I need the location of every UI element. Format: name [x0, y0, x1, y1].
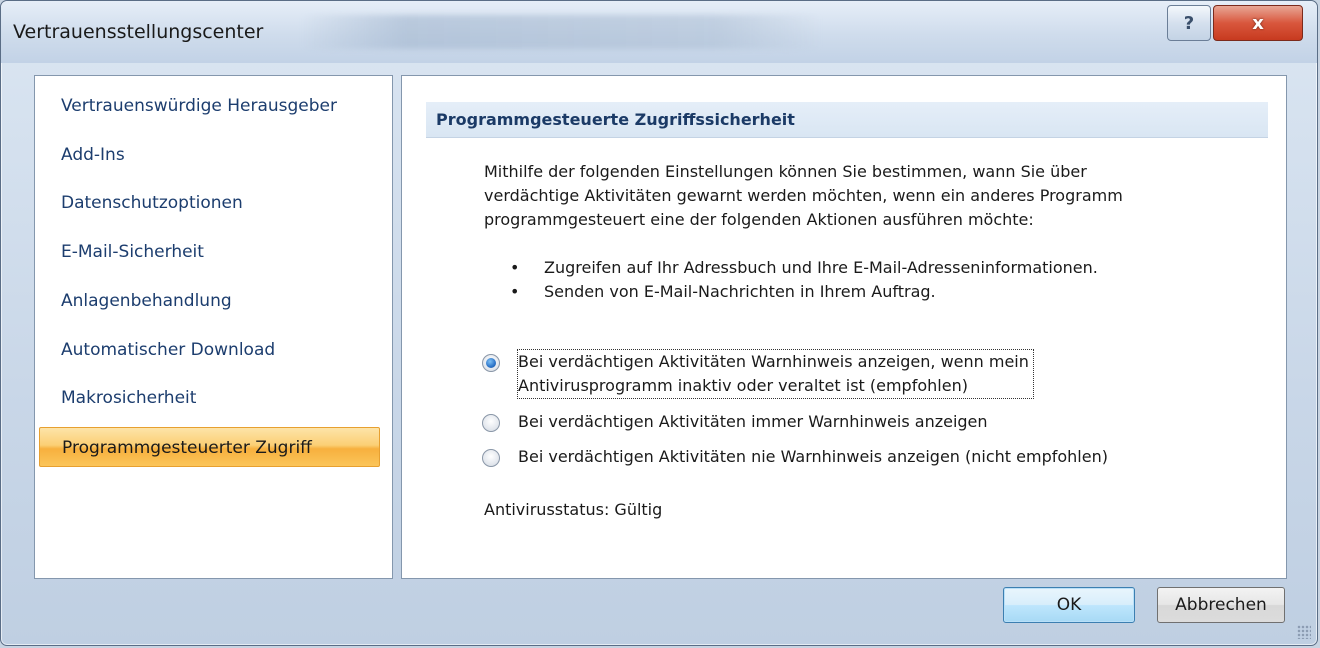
- list-item: Senden von E-Mail-Nachrichten in Ihrem A…: [508, 280, 1098, 304]
- description-line: Mithilfe der folgenden Einstellungen kön…: [484, 162, 1087, 181]
- sidebar-item-add-ins[interactable]: Add-Ins: [39, 135, 380, 175]
- sidebar-item-automatic-download[interactable]: Automatischer Download: [39, 330, 380, 370]
- blurred-background: [301, 15, 821, 49]
- settings-panel: Programmgesteuerte Zugriffssicherheit Mi…: [401, 75, 1287, 579]
- antivirus-status: Antivirusstatus: Gültig: [484, 500, 663, 519]
- sidebar-item-trusted-publishers[interactable]: Vertrauenswürdige Herausgeber: [39, 86, 380, 126]
- radio-label-line: Antivirusprogramm inaktiv oder veraltet …: [518, 376, 968, 395]
- radio-option-always-warn[interactable]: Bei verdächtigen Aktivitäten immer Warnh…: [482, 410, 988, 434]
- description-line: programmgesteuert eine der folgenden Akt…: [484, 210, 1034, 229]
- radio-button[interactable]: [482, 414, 500, 432]
- close-icon: x: [1252, 12, 1264, 34]
- list-item: Zugreifen auf Ihr Adressbuch und Ihre E-…: [508, 256, 1098, 280]
- radio-label[interactable]: Bei verdächtigen Aktivitäten Warnhinweis…: [517, 349, 1034, 399]
- cancel-button[interactable]: Abbrechen: [1157, 587, 1285, 623]
- description-line: verdächtige Aktivitäten gewarnt werden m…: [484, 186, 1123, 205]
- radio-button-checked[interactable]: [482, 354, 500, 372]
- sidebar-item-programmatic-access[interactable]: Programmgesteuerter Zugriff: [39, 427, 380, 467]
- radio-label[interactable]: Bei verdächtigen Aktivitäten nie Warnhin…: [518, 445, 1108, 469]
- section-title: Programmgesteuerte Zugriffssicherheit: [426, 102, 1268, 138]
- action-list: Zugreifen auf Ihr Adressbuch und Ihre E-…: [508, 256, 1098, 304]
- radio-option-never-warn[interactable]: Bei verdächtigen Aktivitäten nie Warnhin…: [482, 445, 1108, 469]
- window-title: Vertrauensstellungscenter: [13, 21, 264, 43]
- sidebar-item-privacy-options[interactable]: Datenschutzoptionen: [39, 183, 380, 223]
- resize-grip-icon[interactable]: [1297, 625, 1311, 639]
- dialog-window: Vertrauensstellungscenter ? x Vertrauens…: [0, 0, 1318, 646]
- radio-option-warn-if-antivirus-inactive[interactable]: Bei verdächtigen Aktivitäten Warnhinweis…: [482, 349, 1034, 399]
- help-icon: ?: [1183, 12, 1195, 34]
- sidebar-item-attachment-handling[interactable]: Anlagenbehandlung: [39, 281, 380, 321]
- sidebar-item-macro-security[interactable]: Makrosicherheit: [39, 378, 380, 418]
- title-bar: Vertrauensstellungscenter ? x: [1, 1, 1317, 63]
- close-button[interactable]: x: [1213, 5, 1303, 41]
- radio-label-line: Bei verdächtigen Aktivitäten Warnhinweis…: [518, 352, 1029, 371]
- ok-button[interactable]: OK: [1003, 587, 1135, 623]
- radio-button[interactable]: [482, 449, 500, 467]
- description-text: Mithilfe der folgenden Einstellungen kön…: [484, 160, 1254, 232]
- radio-label[interactable]: Bei verdächtigen Aktivitäten immer Warnh…: [518, 410, 988, 434]
- category-sidebar: Vertrauenswürdige Herausgeber Add-Ins Da…: [34, 75, 393, 579]
- help-button[interactable]: ?: [1167, 5, 1211, 41]
- sidebar-item-email-security[interactable]: E-Mail-Sicherheit: [39, 232, 380, 272]
